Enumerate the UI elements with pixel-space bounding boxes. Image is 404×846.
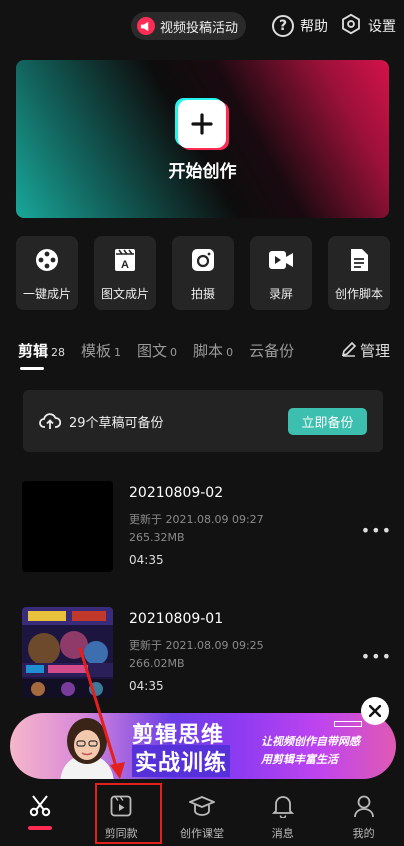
tab-count: 1 [114,346,122,359]
backup-now-button[interactable]: 立即备份 [288,408,367,435]
tool-one-click[interactable]: 一键成片 [16,236,78,310]
decorative-bar [334,721,362,727]
tab-count: 0 [226,346,234,359]
draft-thumbnail [22,607,113,698]
promo-banner[interactable]: 剪辑思维 实战训练 让视频创作自带网感 用剪辑丰富生活 [10,713,396,779]
draft-duration: 04:35 [129,679,164,693]
manage-label: 管理 [359,342,390,360]
annotation-highlight-box [95,783,162,844]
tool-label: 图文成片 [100,287,149,301]
tab-name: 脚本 [193,342,224,360]
tab-edit[interactable]: 剪辑 28 [18,340,65,361]
help-label: 帮助 [300,19,328,35]
nav-label: 我的 [352,827,375,840]
start-create-card[interactable]: 开始创作 [16,60,389,218]
tool-script[interactable]: 创作脚本 [328,236,390,310]
tab-name: 模板 [81,342,112,360]
nav-label: 消息 [271,827,294,840]
presenter-image [50,715,124,779]
scissors-icon [27,793,53,819]
settings-label: 设置 [368,19,396,35]
nav-edit[interactable] [0,780,81,846]
nav-label: 创作课堂 [179,827,224,840]
draft-size: 266.02MB [129,657,185,670]
tool-text-to-video[interactable]: A 图文成片 [94,236,156,310]
backup-text: 29个草稿可备份 [69,415,164,431]
settings-button[interactable]: 设置 [340,13,396,39]
draft-updated: 更新于 2021.08.09 09:25 [129,639,264,652]
tab-script[interactable]: 脚本 0 [193,340,233,361]
help-icon: ? [272,15,294,37]
draft-thumbnail [22,481,113,572]
tool-label: 录屏 [268,287,293,301]
manage-button[interactable]: 管理 [341,340,390,361]
draft-item[interactable]: 20210809-02 更新于 2021.08.09 09:27 265.32M… [22,481,392,576]
promo-slogan-2: 用剪辑丰富生活 [261,753,338,766]
cloud-upload-icon [39,412,61,430]
tab-count: 28 [51,346,66,359]
active-tab-indicator [20,367,44,370]
activity-label: 视频投稿活动 [159,20,238,36]
nav-classroom[interactable]: 创作课堂 [162,780,243,846]
tool-label: 创作脚本 [334,287,383,301]
tab-name: 剪辑 [18,342,49,360]
promo-headline-2: 实战训练 [132,745,231,777]
draft-title: 20210809-02 [129,485,224,501]
bell-icon [270,793,296,819]
draft-tabs: 剪辑 28 模板 1 图文 0 脚本 0 云备份 [18,340,392,364]
tool-screen-record[interactable]: 录屏 [250,236,312,310]
close-icon[interactable] [361,697,389,725]
megaphone-icon [136,17,155,35]
plus-icon [178,100,226,148]
more-options-icon[interactable]: ••• [361,521,392,540]
draft-size: 265.32MB [129,531,185,544]
active-nav-indicator [28,826,52,830]
bottom-nav: 剪同款 创作课堂 消息 我的 [0,780,404,846]
script-icon [346,247,372,273]
draft-updated: 更新于 2021.08.09 09:27 [129,513,264,526]
tool-shoot[interactable]: 拍摄 [172,236,234,310]
screen-record-icon [268,247,294,273]
tab-count: 0 [170,346,178,359]
tab-image-text[interactable]: 图文 0 [137,340,177,361]
activity-button[interactable]: 视频投稿活动 [130,12,246,40]
help-button[interactable]: ? 帮助 [272,15,328,37]
user-icon [351,793,377,819]
svg-text:A: A [121,259,129,271]
nav-profile[interactable]: 我的 [323,780,404,846]
backup-banner: 29个草稿可备份 立即备份 [23,390,383,452]
more-options-icon[interactable]: ••• [361,647,392,666]
graduation-cap-icon [188,793,215,819]
tab-template[interactable]: 模板 1 [81,340,121,361]
draft-item[interactable]: 20210809-01 更新于 2021.08.09 09:25 266.02M… [22,607,392,702]
top-bar: 视频投稿活动 ? 帮助 设置 [130,11,396,41]
promo-slogan-1: 让视频创作自带网感 [261,735,360,748]
tab-cloud-backup[interactable]: 云备份 [249,340,294,361]
tool-label: 拍摄 [190,287,215,301]
draft-title: 20210809-01 [129,611,224,627]
draft-duration: 04:35 [129,553,164,567]
settings-hex-icon [340,13,362,39]
start-create-label: 开始创作 [168,162,237,182]
tool-shortcuts: 一键成片 A 图文成片 拍摄 录屏 创作脚本 [16,236,390,310]
film-reel-icon [34,247,60,273]
text-clapper-icon: A [112,247,138,273]
camera-icon [190,247,216,273]
tab-name: 云备份 [249,342,295,360]
tool-label: 一键成片 [22,287,71,301]
tab-name: 图文 [137,342,168,360]
edit-pencil-icon [341,341,357,361]
nav-messages[interactable]: 消息 [242,780,323,846]
